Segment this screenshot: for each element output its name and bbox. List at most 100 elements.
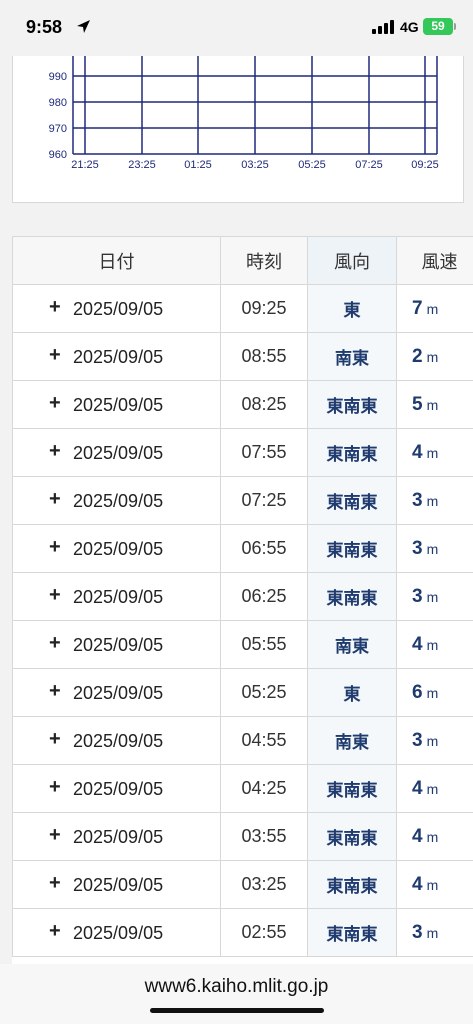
date-cell: +2025/09/05 xyxy=(12,764,221,813)
speed-value: 4 xyxy=(412,777,423,799)
url-text[interactable]: www6.kaiho.mlit.go.jp xyxy=(0,976,473,998)
expand-plus-icon[interactable]: + xyxy=(49,344,61,367)
speed-cell: 3m xyxy=(396,572,473,621)
speed-value: 6 xyxy=(412,681,423,703)
expand-plus-icon[interactable]: + xyxy=(49,632,61,655)
date-cell: +2025/09/05 xyxy=(12,812,221,861)
speed-value: 2 xyxy=(412,345,423,367)
speed-value: 3 xyxy=(412,585,423,607)
speed-unit: m xyxy=(426,924,439,941)
speed-unit: m xyxy=(426,348,439,365)
expand-plus-icon[interactable]: + xyxy=(49,488,61,511)
date-value: 2025/09/05 xyxy=(73,875,164,895)
expand-plus-icon[interactable]: + xyxy=(49,776,61,799)
table-row: +2025/09/05 08:25 東南東 5 m xyxy=(12,380,473,429)
expand-plus-icon[interactable]: + xyxy=(49,824,61,847)
battery-tip xyxy=(454,23,456,30)
time-cell: 05:55 xyxy=(220,620,308,669)
table-row: +2025/09/05 06:25 東南東 3 m xyxy=(12,572,473,621)
date-value: 2025/09/05 xyxy=(73,347,164,367)
date-value: 2025/09/05 xyxy=(73,491,164,511)
date-value: 2025/09/05 xyxy=(73,683,164,703)
direction-cell: 南東 xyxy=(307,620,397,669)
speed-cell: 2m xyxy=(396,332,473,381)
speed-unit: m xyxy=(426,492,439,509)
direction-cell: 東南東 xyxy=(307,524,397,573)
speed-value: 4 xyxy=(412,441,423,463)
speed-unit: m xyxy=(426,684,439,701)
header-speed[interactable]: 風速 xyxy=(396,236,473,285)
speed-unit: m xyxy=(426,636,439,653)
table-row: +2025/09/05 06:55 東南東 3 m xyxy=(12,524,473,573)
time-cell: 07:25 xyxy=(220,476,308,525)
y-tick-label: 980 xyxy=(49,97,67,109)
expand-plus-icon[interactable]: + xyxy=(49,872,61,895)
wind-data-table-container[interactable]: 日付 時刻 風向 風速 +2025/09/05 09:25 東 7 m +2025/09/… xyxy=(12,236,473,964)
time-cell: 03:25 xyxy=(220,860,308,909)
time-cell: 08:55 xyxy=(220,332,308,381)
table-row: +2025/09/05 03:55 東南東 4 m xyxy=(12,812,473,861)
date-cell: +2025/09/05 xyxy=(12,284,221,333)
table-row: +2025/09/05 03:25 東南東 4 m xyxy=(12,860,473,909)
date-cell: +2025/09/05 xyxy=(12,524,221,573)
table-row: +2025/09/05 08:55 南東 2 m xyxy=(12,332,473,381)
table-row: +2025/09/05 04:25 東南東 4 m xyxy=(12,764,473,813)
speed-value: 3 xyxy=(412,489,423,511)
time-cell: 07:55 xyxy=(220,428,308,477)
battery-icon: 59 xyxy=(423,18,453,35)
speed-value: 5 xyxy=(412,393,423,415)
date-cell: +2025/09/05 xyxy=(12,668,221,717)
speed-value: 3 xyxy=(412,537,423,559)
x-tick-label: 07:25 xyxy=(355,159,383,171)
expand-plus-icon[interactable]: + xyxy=(49,920,61,943)
table-row: +2025/09/05 05:55 南東 4 m xyxy=(12,620,473,669)
expand-plus-icon[interactable]: + xyxy=(49,440,61,463)
header-date[interactable]: 日付 xyxy=(12,236,221,285)
direction-cell: 東南東 xyxy=(307,380,397,429)
browser-address-bar[interactable]: www6.kaiho.mlit.go.jp xyxy=(0,964,473,1024)
speed-unit: m xyxy=(426,300,439,317)
table-row: +2025/09/05 05:25 東 6 m xyxy=(12,668,473,717)
header-direction[interactable]: 風向 xyxy=(307,236,397,285)
x-tick-label: 03:25 xyxy=(241,159,269,171)
cellular-signal-icon xyxy=(372,20,394,34)
y-tick-label: 960 xyxy=(49,149,67,161)
speed-unit: m xyxy=(426,780,439,797)
x-tick-label: 09:25 xyxy=(411,159,439,171)
date-cell: +2025/09/05 xyxy=(12,332,221,381)
table-row: +2025/09/05 09:25 東 7 m xyxy=(12,284,473,333)
date-value: 2025/09/05 xyxy=(73,539,164,559)
expand-plus-icon[interactable]: + xyxy=(49,296,61,319)
speed-unit: m xyxy=(426,828,439,845)
speed-cell: 4m xyxy=(396,428,473,477)
date-cell: +2025/09/05 xyxy=(12,908,221,957)
speed-cell: 6m xyxy=(396,668,473,717)
expand-plus-icon[interactable]: + xyxy=(49,584,61,607)
direction-cell: 東南東 xyxy=(307,428,397,477)
speed-cell: 4m xyxy=(396,860,473,909)
date-cell: +2025/09/05 xyxy=(12,860,221,909)
expand-plus-icon[interactable]: + xyxy=(49,728,61,751)
speed-value: 3 xyxy=(412,921,423,943)
x-tick-label: 23:25 xyxy=(128,159,156,171)
table-header-row: 日付 時刻 風向 風速 xyxy=(12,236,473,285)
date-cell: +2025/09/05 xyxy=(12,620,221,669)
speed-cell: 7m xyxy=(396,284,473,333)
expand-plus-icon[interactable]: + xyxy=(49,680,61,703)
direction-cell: 東南東 xyxy=(307,812,397,861)
x-tick-label: 21:25 xyxy=(71,159,99,171)
speed-cell: 4m xyxy=(396,620,473,669)
y-tick-label: 990 xyxy=(49,71,67,83)
home-indicator xyxy=(150,1008,324,1013)
status-time: 9:58 xyxy=(26,17,63,37)
speed-value: 4 xyxy=(412,873,423,895)
table-row: +2025/09/05 07:55 東南東 4 m xyxy=(12,428,473,477)
speed-value: 4 xyxy=(412,825,423,847)
date-value: 2025/09/05 xyxy=(73,587,164,607)
expand-plus-icon[interactable]: + xyxy=(49,392,61,415)
expand-plus-icon[interactable]: + xyxy=(49,536,61,559)
x-tick-label: 01:25 xyxy=(184,159,212,171)
date-value: 2025/09/05 xyxy=(73,299,164,319)
header-time[interactable]: 時刻 xyxy=(220,236,308,285)
date-cell: +2025/09/05 xyxy=(12,572,221,621)
